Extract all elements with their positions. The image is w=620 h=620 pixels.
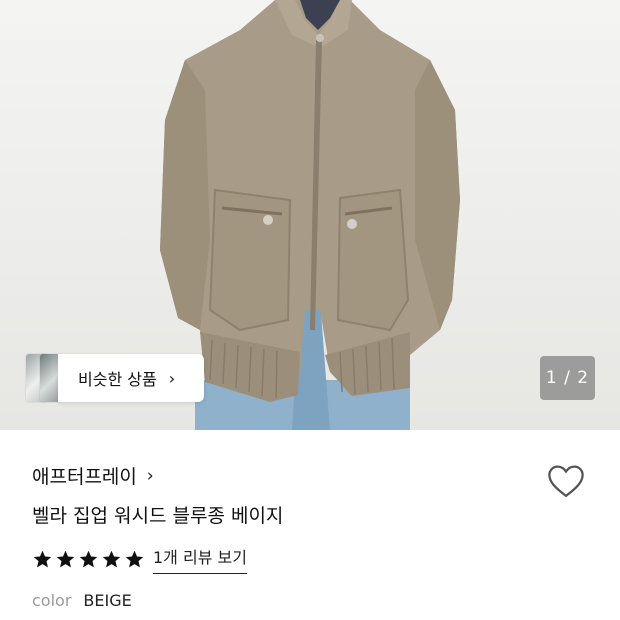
star-icon (102, 550, 121, 567)
image-counter: 1 / 2 (540, 356, 595, 400)
similar-products-thumbnails (26, 354, 62, 402)
product-title: 벨라 집업 워시드 블루종 베이지 (32, 505, 284, 527)
similar-products-button[interactable]: 비슷한 상품 › (26, 354, 204, 402)
star-icon (56, 550, 75, 567)
color-label: color (32, 591, 72, 610)
chevron-right-icon: › (146, 465, 154, 486)
brand-name: 애프터프레이 (32, 466, 137, 488)
rating-row: 1개 리뷰 보기 (32, 544, 247, 574)
star-icon (79, 550, 98, 567)
similar-products-label: 비슷한 상품 (78, 370, 157, 389)
brand-link[interactable]: 애프터프레이 › (32, 462, 154, 489)
wishlist-heart-icon[interactable] (545, 460, 587, 502)
view-reviews-link[interactable]: 1개 리뷰 보기 (153, 544, 247, 574)
star-icon (33, 550, 52, 567)
rating-stars (32, 549, 145, 570)
product-image-gallery[interactable]: 비슷한 상품 › 1 / 2 (0, 0, 620, 430)
chevron-right-icon: › (168, 368, 176, 388)
star-icon (125, 550, 144, 567)
color-value: BEIGE (83, 591, 132, 610)
similar-products-pill[interactable]: 비슷한 상품 › (58, 354, 204, 402)
color-spec: color BEIGE (32, 591, 132, 610)
